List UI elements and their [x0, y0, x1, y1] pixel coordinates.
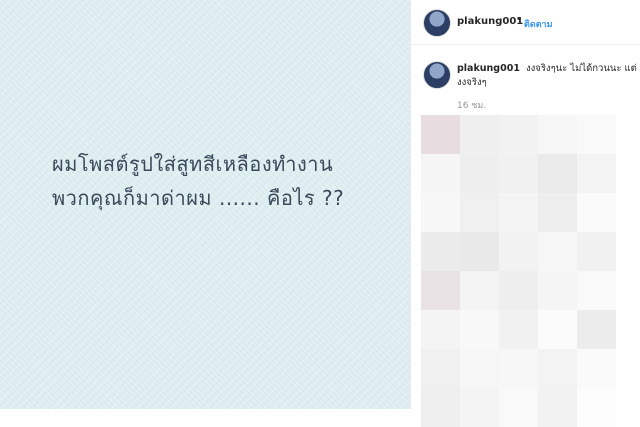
comment-text: plakung001 งงจริงๆนะ ไม่ได้กวนนะ แต่งงจร… — [457, 62, 637, 90]
comment-timestamp[interactable]: 16 ชม. — [457, 98, 486, 112]
pixelated-comments-area — [411, 115, 640, 427]
mosaic-cell — [538, 232, 577, 271]
mosaic-cell — [499, 115, 538, 154]
mosaic-cell — [460, 388, 499, 427]
comment-username[interactable]: plakung001 — [457, 63, 520, 74]
separator-dot: • — [516, 14, 522, 25]
mosaic-cell — [499, 310, 538, 349]
mosaic-cell — [577, 154, 616, 193]
mosaic-cell — [538, 115, 577, 154]
mosaic-cell — [421, 115, 460, 154]
mosaic-cell — [499, 388, 538, 427]
image-text-line-1: ผมโพสต์รูปใส่สูทสีเหลืองทำงาน — [52, 152, 334, 176]
mosaic-cell — [538, 193, 577, 232]
mosaic-cell — [460, 271, 499, 310]
mosaic-cell — [421, 154, 460, 193]
mosaic-cell — [421, 349, 460, 388]
mosaic-cell — [538, 388, 577, 427]
mosaic-cell — [460, 310, 499, 349]
mosaic-cell — [577, 115, 616, 154]
mosaic-cell — [460, 115, 499, 154]
mosaic-cell — [499, 232, 538, 271]
image-text: ผมโพสต์รูปใส่สูทสีเหลืองทำงาน พวกคุณก็มา… — [52, 147, 392, 215]
post-image[interactable]: ผมโพสต์รูปใส่สูทสีเหลืองทำงาน พวกคุณก็มา… — [0, 0, 410, 409]
mosaic-cell — [499, 349, 538, 388]
mosaic-cell — [499, 271, 538, 310]
mosaic-cell — [577, 349, 616, 388]
mosaic-cell — [460, 193, 499, 232]
comment-avatar[interactable] — [423, 61, 451, 89]
post-header: plakung001 • ติดตาม — [411, 0, 640, 45]
mosaic-cell — [460, 154, 499, 193]
image-text-line-2: พวกคุณก็มาด่าผม ...... คือไร ?? — [52, 186, 345, 210]
header-username[interactable]: plakung001 — [457, 16, 523, 27]
mosaic-cell — [577, 310, 616, 349]
mosaic-cell — [499, 154, 538, 193]
mosaic-cell — [577, 232, 616, 271]
mosaic-cell — [538, 271, 577, 310]
mosaic-cell — [421, 193, 460, 232]
mosaic-cell — [577, 271, 616, 310]
follow-button[interactable]: ติดตาม — [524, 17, 553, 31]
mosaic-cell — [538, 310, 577, 349]
mosaic-cell — [577, 388, 616, 427]
post-side-panel: plakung001 • ติดตาม plakung001 งงจริงๆนะ… — [410, 0, 640, 427]
mosaic-cell — [460, 232, 499, 271]
mosaic-cell — [577, 193, 616, 232]
mosaic-cell — [538, 349, 577, 388]
mosaic-cell — [460, 349, 499, 388]
mosaic-cell — [421, 310, 460, 349]
mosaic-cell — [421, 271, 460, 310]
avatar[interactable] — [423, 9, 451, 37]
mosaic-cell — [538, 154, 577, 193]
mosaic-cell — [499, 193, 538, 232]
mosaic-cell — [421, 232, 460, 271]
mosaic-cell — [421, 388, 460, 427]
